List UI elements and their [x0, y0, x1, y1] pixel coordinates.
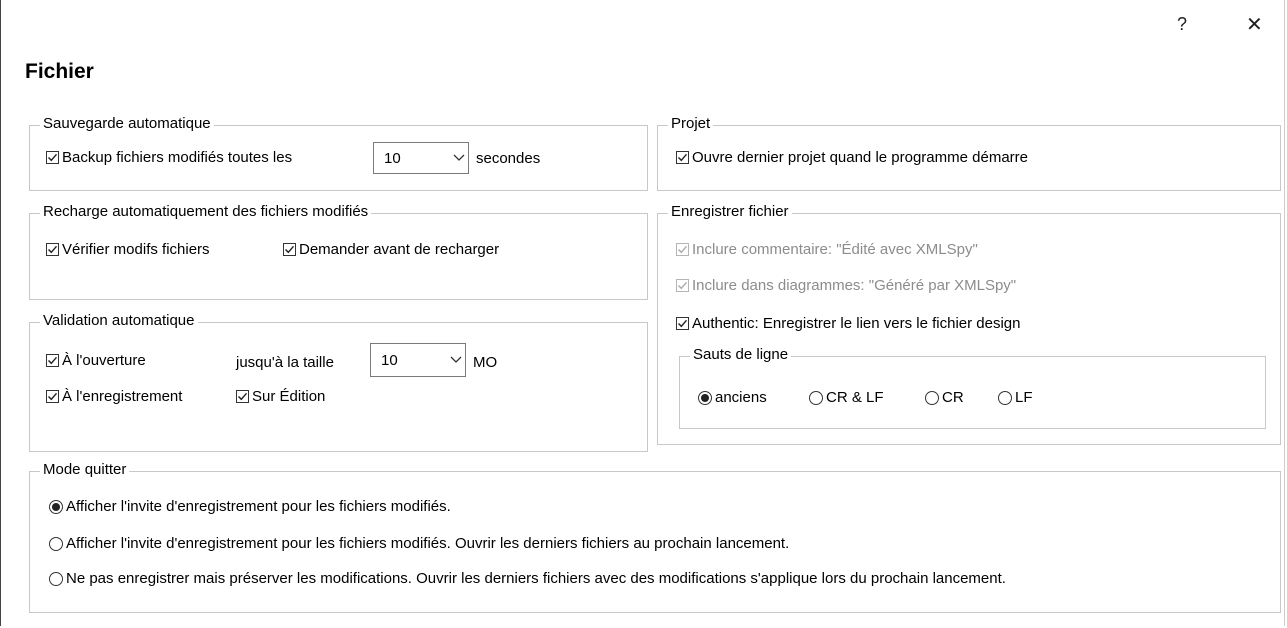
authentic-link-label: Authentic: Enregistrer le lien vers le f…	[692, 315, 1021, 332]
validation-group: Validation automatique À l'ouverture jus…	[29, 312, 648, 452]
checkbox-checked-icon	[676, 151, 689, 164]
size-limit-value: 10	[381, 351, 398, 369]
check-modified-files-checkbox[interactable]: Vérifier modifs fichiers	[46, 241, 210, 258]
backup-label: Backup fichiers modifiés toutes les	[62, 149, 293, 166]
line-break-option-lf[interactable]: LF	[998, 389, 1033, 406]
autosave-group: Sauvegarde automatique Backup fichiers m…	[29, 115, 648, 191]
size-limit-select[interactable]: 10	[370, 343, 466, 377]
check-modified-files-label: Vérifier modifs fichiers	[62, 241, 210, 258]
line-breaks-group: Sauts de ligne anciens CR & LF CR LF	[679, 346, 1266, 429]
reload-group: Recharge automatiquement des fichiers mo…	[29, 203, 648, 300]
validation-legend: Validation automatique	[40, 312, 198, 329]
page-title: Fichier	[25, 60, 94, 83]
include-in-diagrams-label: Inclure dans diagrammes: "Généré par XML…	[692, 277, 1017, 294]
options-dialog: ? ✕ Fichier Sauvegarde automatique Backu…	[0, 0, 1285, 626]
reload-legend: Recharge automatiquement des fichiers mo…	[40, 203, 372, 220]
radio-unselected-icon	[998, 390, 1012, 405]
quit-mode-option-2[interactable]: Afficher l'invite d'enregistrement pour …	[49, 535, 789, 552]
radio-selected-icon	[49, 499, 63, 514]
checkbox-checked-disabled-icon	[676, 279, 689, 292]
checkbox-checked-disabled-icon	[676, 243, 689, 256]
authentic-link-checkbox[interactable]: Authentic: Enregistrer le lien vers le f…	[676, 315, 1021, 332]
line-break-option-anciens[interactable]: anciens	[698, 389, 767, 406]
quit-mode-label: Afficher l'invite d'enregistrement pour …	[66, 535, 790, 552]
line-break-label: CR	[942, 389, 964, 406]
autosave-legend: Sauvegarde automatique	[40, 115, 214, 132]
line-break-option-crlf[interactable]: CR & LF	[809, 389, 884, 406]
include-comment-label: Inclure commentaire: "Édité avec XMLSpy"	[692, 241, 978, 258]
line-break-label: CR & LF	[826, 389, 884, 406]
size-limit-label: jusqu'à la taille	[236, 354, 334, 371]
backup-interval-value: 10	[384, 149, 401, 167]
radio-unselected-icon	[925, 390, 939, 405]
quit-mode-label: Afficher l'invite d'enregistrement pour …	[66, 498, 451, 515]
checkbox-checked-icon	[676, 317, 689, 330]
checkbox-checked-icon	[283, 243, 296, 256]
open-last-project-label: Ouvre dernier projet quand le programme …	[692, 149, 1028, 166]
validate-on-open-checkbox[interactable]: À l'ouverture	[46, 352, 146, 369]
quit-mode-option-1[interactable]: Afficher l'invite d'enregistrement pour …	[49, 498, 451, 515]
include-in-diagrams-checkbox[interactable]: Inclure dans diagrammes: "Généré par XML…	[676, 277, 1016, 294]
validate-on-save-label: À l'enregistrement	[62, 388, 183, 405]
quit-mode-group: Mode quitter Afficher l'invite d'enregis…	[29, 461, 1281, 613]
validate-on-edit-label: Sur Édition	[252, 388, 326, 405]
chevron-down-icon	[447, 356, 465, 364]
save-file-legend: Enregistrer fichier	[668, 203, 792, 220]
ask-before-reload-label: Demander avant de recharger	[299, 241, 500, 258]
close-button[interactable]: ✕	[1246, 12, 1263, 37]
chevron-down-icon	[450, 154, 468, 162]
backup-interval-select[interactable]: 10	[373, 142, 469, 174]
radio-unselected-icon	[809, 390, 823, 405]
project-legend: Projet	[668, 115, 714, 132]
validate-on-open-label: À l'ouverture	[62, 352, 146, 369]
help-button[interactable]: ?	[1177, 14, 1187, 35]
project-group: Projet Ouvre dernier projet quand le pro…	[657, 115, 1281, 191]
quit-mode-option-3[interactable]: Ne pas enregistrer mais préserver les mo…	[49, 570, 1006, 587]
checkbox-checked-icon	[46, 151, 59, 164]
line-break-option-cr[interactable]: CR	[925, 389, 964, 406]
validate-on-edit-checkbox[interactable]: Sur Édition	[236, 388, 325, 405]
checkbox-checked-icon	[46, 390, 59, 403]
quit-mode-legend: Mode quitter	[40, 461, 130, 478]
line-break-label: LF	[1015, 389, 1033, 406]
radio-selected-icon	[698, 390, 712, 405]
save-file-group: Enregistrer fichier Inclure commentaire:…	[657, 203, 1281, 445]
backup-unit: secondes	[476, 150, 541, 167]
checkbox-checked-icon	[46, 354, 59, 367]
size-limit-unit: MO	[473, 354, 498, 371]
quit-mode-label: Ne pas enregistrer mais préserver les mo…	[66, 570, 1006, 587]
line-breaks-legend: Sauts de ligne	[690, 346, 792, 363]
checkbox-checked-icon	[236, 390, 249, 403]
radio-unselected-icon	[49, 536, 63, 551]
radio-unselected-icon	[49, 571, 63, 586]
line-break-label: anciens	[715, 389, 767, 406]
checkbox-checked-icon	[46, 243, 59, 256]
validate-on-save-checkbox[interactable]: À l'enregistrement	[46, 388, 182, 405]
backup-checkbox[interactable]: Backup fichiers modifiés toutes les	[46, 149, 292, 166]
open-last-project-checkbox[interactable]: Ouvre dernier projet quand le programme …	[676, 149, 1028, 166]
include-comment-checkbox[interactable]: Inclure commentaire: "Édité avec XMLSpy"	[676, 241, 978, 258]
ask-before-reload-checkbox[interactable]: Demander avant de recharger	[283, 241, 499, 258]
